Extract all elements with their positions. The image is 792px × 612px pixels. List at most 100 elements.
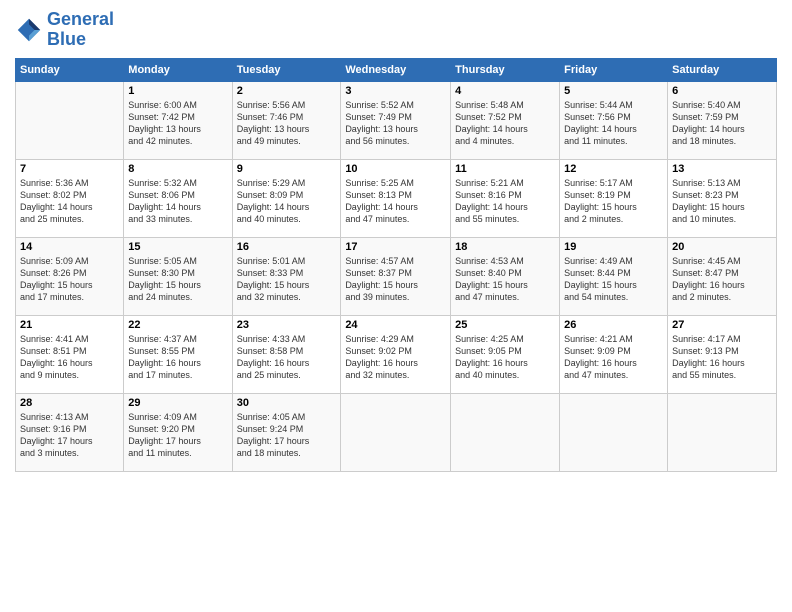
day-number: 3 [345, 85, 446, 97]
day-number: 19 [564, 241, 663, 253]
week-row-1: 1 Sunrise: 6:00 AM Sunset: 7:42 PM Daylig… [16, 81, 777, 159]
page-container: General Blue SundayMondayTuesdayWednesda… [0, 0, 792, 482]
day-number: 20 [672, 241, 772, 253]
logo-icon [15, 16, 43, 44]
calendar-table: SundayMondayTuesdayWednesdayThursdayFrid… [15, 58, 777, 472]
day-info: Sunrise: 5:36 AM Sunset: 8:02 PM Dayligh… [20, 177, 119, 226]
day-info: Sunrise: 5:40 AM Sunset: 7:59 PM Dayligh… [672, 99, 772, 148]
calendar-cell: 2 Sunrise: 5:56 AM Sunset: 7:46 PM Daylig… [232, 81, 341, 159]
day-number: 21 [20, 319, 119, 331]
calendar-cell: 28 Sunrise: 4:13 AM Sunset: 9:16 PM Dayli… [16, 393, 124, 471]
calendar-cell: 19 Sunrise: 4:49 AM Sunset: 8:44 PM Dayli… [560, 237, 668, 315]
day-info: Sunrise: 4:53 AM Sunset: 8:40 PM Dayligh… [455, 255, 555, 304]
day-info: Sunrise: 6:00 AM Sunset: 7:42 PM Dayligh… [128, 99, 227, 148]
day-number: 12 [564, 163, 663, 175]
day-number: 9 [237, 163, 337, 175]
header: General Blue [15, 10, 777, 50]
header-cell-tuesday: Tuesday [232, 58, 341, 81]
calendar-cell [668, 393, 777, 471]
day-number: 17 [345, 241, 446, 253]
day-number: 18 [455, 241, 555, 253]
week-row-3: 14 Sunrise: 5:09 AM Sunset: 8:26 PM Dayli… [16, 237, 777, 315]
calendar-cell [560, 393, 668, 471]
day-number: 1 [128, 85, 227, 97]
day-info: Sunrise: 4:37 AM Sunset: 8:55 PM Dayligh… [128, 333, 227, 382]
calendar-cell: 11 Sunrise: 5:21 AM Sunset: 8:16 PM Dayli… [451, 159, 560, 237]
calendar-cell: 16 Sunrise: 5:01 AM Sunset: 8:33 PM Dayli… [232, 237, 341, 315]
week-row-2: 7 Sunrise: 5:36 AM Sunset: 8:02 PM Daylig… [16, 159, 777, 237]
calendar-cell: 4 Sunrise: 5:48 AM Sunset: 7:52 PM Daylig… [451, 81, 560, 159]
calendar-cell: 30 Sunrise: 4:05 AM Sunset: 9:24 PM Dayli… [232, 393, 341, 471]
header-cell-thursday: Thursday [451, 58, 560, 81]
day-number: 2 [237, 85, 337, 97]
header-row: SundayMondayTuesdayWednesdayThursdayFrid… [16, 58, 777, 81]
day-info: Sunrise: 5:13 AM Sunset: 8:23 PM Dayligh… [672, 177, 772, 226]
day-info: Sunrise: 5:21 AM Sunset: 8:16 PM Dayligh… [455, 177, 555, 226]
day-number: 11 [455, 163, 555, 175]
calendar-cell: 18 Sunrise: 4:53 AM Sunset: 8:40 PM Dayli… [451, 237, 560, 315]
day-info: Sunrise: 5:09 AM Sunset: 8:26 PM Dayligh… [20, 255, 119, 304]
calendar-cell: 5Sunrise: 5:44 AM Sunset: 7:56 PM Daylig… [560, 81, 668, 159]
calendar-cell: 1 Sunrise: 6:00 AM Sunset: 7:42 PM Daylig… [124, 81, 232, 159]
day-info: Sunrise: 5:48 AM Sunset: 7:52 PM Dayligh… [455, 99, 555, 148]
header-cell-saturday: Saturday [668, 58, 777, 81]
day-info: Sunrise: 4:41 AM Sunset: 8:51 PM Dayligh… [20, 333, 119, 382]
day-info: Sunrise: 4:13 AM Sunset: 9:16 PM Dayligh… [20, 411, 119, 460]
calendar-cell: 17Sunrise: 4:57 AM Sunset: 8:37 PM Dayli… [341, 237, 451, 315]
logo: General Blue [15, 10, 114, 50]
day-number: 22 [128, 319, 227, 331]
day-number: 26 [564, 319, 663, 331]
day-info: Sunrise: 5:44 AM Sunset: 7:56 PM Dayligh… [564, 99, 663, 148]
day-info: Sunrise: 5:01 AM Sunset: 8:33 PM Dayligh… [237, 255, 337, 304]
calendar-cell [341, 393, 451, 471]
day-info: Sunrise: 5:25 AM Sunset: 8:13 PM Dayligh… [345, 177, 446, 226]
calendar-cell: 9 Sunrise: 5:29 AM Sunset: 8:09 PM Daylig… [232, 159, 341, 237]
calendar-cell: 22 Sunrise: 4:37 AM Sunset: 8:55 PM Dayli… [124, 315, 232, 393]
day-info: Sunrise: 5:29 AM Sunset: 8:09 PM Dayligh… [237, 177, 337, 226]
day-info: Sunrise: 4:09 AM Sunset: 9:20 PM Dayligh… [128, 411, 227, 460]
day-info: Sunrise: 4:05 AM Sunset: 9:24 PM Dayligh… [237, 411, 337, 460]
calendar-cell: 14 Sunrise: 5:09 AM Sunset: 8:26 PM Dayli… [16, 237, 124, 315]
day-number: 25 [455, 319, 555, 331]
day-number: 27 [672, 319, 772, 331]
day-info: Sunrise: 5:17 AM Sunset: 8:19 PM Dayligh… [564, 177, 663, 226]
calendar-cell: 27Sunrise: 4:17 AM Sunset: 9:13 PM Dayli… [668, 315, 777, 393]
day-number: 23 [237, 319, 337, 331]
header-cell-monday: Monday [124, 58, 232, 81]
day-number: 7 [20, 163, 119, 175]
day-number: 24 [345, 319, 446, 331]
day-number: 15 [128, 241, 227, 253]
logo-text: General Blue [47, 10, 114, 50]
day-number: 29 [128, 397, 227, 409]
day-number: 4 [455, 85, 555, 97]
day-number: 16 [237, 241, 337, 253]
day-info: Sunrise: 5:32 AM Sunset: 8:06 PM Dayligh… [128, 177, 227, 226]
calendar-cell: 7 Sunrise: 5:36 AM Sunset: 8:02 PM Daylig… [16, 159, 124, 237]
day-number: 30 [237, 397, 337, 409]
calendar-cell: 15 Sunrise: 5:05 AM Sunset: 8:30 PM Dayli… [124, 237, 232, 315]
day-info: Sunrise: 5:56 AM Sunset: 7:46 PM Dayligh… [237, 99, 337, 148]
week-row-5: 28 Sunrise: 4:13 AM Sunset: 9:16 PM Dayli… [16, 393, 777, 471]
day-number: 6 [672, 85, 772, 97]
day-info: Sunrise: 5:05 AM Sunset: 8:30 PM Dayligh… [128, 255, 227, 304]
calendar-cell: 3Sunrise: 5:52 AM Sunset: 7:49 PM Daylig… [341, 81, 451, 159]
header-cell-wednesday: Wednesday [341, 58, 451, 81]
calendar-cell [16, 81, 124, 159]
day-info: Sunrise: 4:49 AM Sunset: 8:44 PM Dayligh… [564, 255, 663, 304]
calendar-cell [451, 393, 560, 471]
day-info: Sunrise: 4:33 AM Sunset: 8:58 PM Dayligh… [237, 333, 337, 382]
calendar-cell: 24Sunrise: 4:29 AM Sunset: 9:02 PM Dayli… [341, 315, 451, 393]
calendar-cell: 25 Sunrise: 4:25 AM Sunset: 9:05 PM Dayli… [451, 315, 560, 393]
calendar-cell: 29 Sunrise: 4:09 AM Sunset: 9:20 PM Dayli… [124, 393, 232, 471]
calendar-cell: 12 Sunrise: 5:17 AM Sunset: 8:19 PM Dayli… [560, 159, 668, 237]
day-number: 8 [128, 163, 227, 175]
calendar-cell: 13 Sunrise: 5:13 AM Sunset: 8:23 PM Dayli… [668, 159, 777, 237]
day-info: Sunrise: 4:25 AM Sunset: 9:05 PM Dayligh… [455, 333, 555, 382]
calendar-cell: 20Sunrise: 4:45 AM Sunset: 8:47 PM Dayli… [668, 237, 777, 315]
calendar-cell: 6 Sunrise: 5:40 AM Sunset: 7:59 PM Daylig… [668, 81, 777, 159]
day-number: 10 [345, 163, 446, 175]
header-cell-sunday: Sunday [16, 58, 124, 81]
day-number: 28 [20, 397, 119, 409]
day-number: 14 [20, 241, 119, 253]
day-number: 13 [672, 163, 772, 175]
